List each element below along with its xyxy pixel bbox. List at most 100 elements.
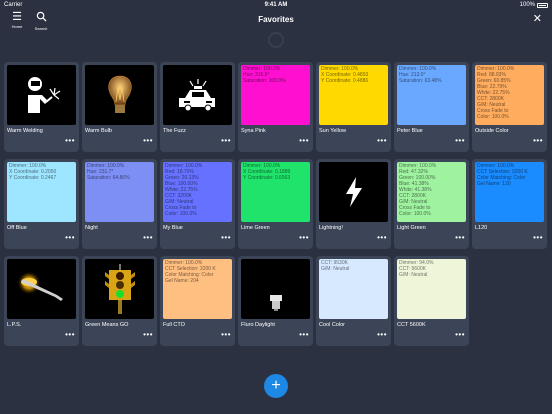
preset-name: Full CTO	[163, 322, 185, 328]
preset-info: Dimmer: 100.0% Red: 47.32% Green: 100.00…	[399, 163, 437, 217]
preset-swatch	[7, 65, 76, 125]
preset-info: Dimmer: 100.0% Red: 18.70% Green: 20.13%…	[165, 163, 203, 217]
preset-info: Dimmer: 100.0% Hue: 315.0° Saturation: 1…	[243, 66, 286, 84]
preset-card[interactable]: Dimmer: 100.0% X Coordinate: 0.1889 Y Co…	[238, 159, 313, 249]
lightning-icon	[343, 176, 365, 208]
police-car-icon	[177, 78, 219, 112]
favorites-grid: Warm Welding ••• Warm Bulb ••• The Fuzz ••• Di…	[4, 62, 550, 352]
more-options-button[interactable]: •••	[533, 234, 543, 242]
preset-name: My Blue	[163, 225, 183, 231]
more-options-button[interactable]: •••	[377, 331, 387, 339]
preset-card[interactable]: Dimmer: 100.0% Red: 18.70% Green: 20.13%…	[160, 159, 235, 249]
background-controls	[0, 32, 552, 60]
preset-swatch: Dimmer: 100.0% X Coordinate: 0.1889 Y Co…	[241, 162, 310, 222]
more-options-button[interactable]: •••	[221, 331, 231, 339]
battery-percent: 100%	[519, 2, 535, 8]
preset-swatch: Dimmer: 100.0% Hue: 213.0° Saturation: 6…	[397, 65, 466, 125]
more-options-button[interactable]: •••	[377, 137, 387, 145]
preset-name: Light Green	[397, 225, 426, 231]
preset-info: CCT: 9530K G/M: Neutral	[321, 260, 350, 272]
preset-card[interactable]: Dimmer: 100.0% X Coordinate: 0.4893 Y Co…	[316, 62, 391, 152]
lightbulb-icon	[103, 72, 137, 118]
preset-card[interactable]: Dimmer: 94.0% CCT: 5600K G/M: Neutral CCT…	[394, 256, 469, 346]
more-options-button[interactable]: •••	[143, 331, 153, 339]
preset-info: Dimmer: 100.0% X Coordinate: 0.1889 Y Co…	[243, 163, 291, 181]
more-options-button[interactable]: •••	[455, 137, 465, 145]
more-options-button[interactable]: •••	[143, 234, 153, 242]
more-options-button[interactable]: •••	[533, 137, 543, 145]
close-icon: ✕	[532, 13, 542, 25]
clock: 9:41 AM	[264, 2, 288, 8]
preset-swatch: Dimmer: 100.0% CCT Selection: 3200 K Col…	[163, 259, 232, 319]
preset-name: The Fuzz	[163, 128, 186, 134]
close-button[interactable]: ✕	[533, 12, 542, 25]
preset-card[interactable]: Fluro Daylight •••	[238, 256, 313, 346]
street-lamp-icon	[16, 269, 67, 309]
preset-card[interactable]: Green Means GO •••	[82, 256, 157, 346]
preset-swatch: Dimmer: 100.0% CCT Selection: 3200 K Col…	[475, 162, 544, 222]
cfl-bulb-icon	[262, 266, 290, 312]
preset-info: Dimmer: 100.0% CCT Selection: 3200 K Col…	[165, 260, 216, 284]
preset-info: Dimmer: 100.0% Hue: 231.7° Saturation: 6…	[87, 163, 130, 181]
preset-card[interactable]: Dimmer: 100.0% Red: 47.32% Green: 100.00…	[394, 159, 469, 249]
more-options-button[interactable]: •••	[299, 234, 309, 242]
preset-info: Dimmer: 100.0% X Coordinate: 0.2050 Y Co…	[9, 163, 57, 181]
more-options-button[interactable]: •••	[377, 234, 387, 242]
preset-name: Lime Green	[241, 225, 270, 231]
preset-card[interactable]: Warm Welding •••	[4, 62, 79, 152]
preset-swatch: Dimmer: 100.0% Red: 18.70% Green: 20.13%…	[163, 162, 232, 222]
more-options-button[interactable]: •••	[65, 234, 75, 242]
more-options-button[interactable]: •••	[455, 234, 465, 242]
more-options-button[interactable]: •••	[299, 137, 309, 145]
preset-swatch	[7, 259, 76, 319]
preset-name: Lightning!	[319, 225, 343, 231]
preset-swatch	[241, 259, 310, 319]
preset-card[interactable]: Dimmer: 100.0% Hue: 315.0° Saturation: 1…	[238, 62, 313, 152]
preset-swatch	[163, 65, 232, 125]
preset-card[interactable]: CCT: 9530K G/M: Neutral Cool Color •••	[316, 256, 391, 346]
more-options-button[interactable]: •••	[65, 137, 75, 145]
preset-info: Dimmer: 94.0% CCT: 5600K G/M: Neutral	[399, 260, 434, 278]
preset-swatch	[85, 65, 154, 125]
preset-card[interactable]: The Fuzz •••	[160, 62, 235, 152]
page-title: Favorites	[258, 15, 294, 24]
more-options-button[interactable]: •••	[221, 137, 231, 145]
preset-name: Syna Pink	[241, 128, 266, 134]
home-label: Home	[11, 24, 23, 29]
preset-card[interactable]: Dimmer: 100.0% X Coordinate: 0.2050 Y Co…	[4, 159, 79, 249]
preset-swatch: Dimmer: 100.0% Red: 88.93% Green: 60.85%…	[475, 65, 544, 125]
preset-info: Dimmer: 100.0% X Coordinate: 0.4893 Y Co…	[321, 66, 369, 84]
preset-card[interactable]: Dimmer: 100.0% Red: 88.93% Green: 60.85%…	[472, 62, 547, 152]
preset-info: Dimmer: 100.0% Red: 88.93% Green: 60.85%…	[477, 66, 515, 120]
preset-name: Fluro Daylight	[241, 322, 275, 328]
preset-swatch: Dimmer: 100.0% X Coordinate: 0.2050 Y Co…	[7, 162, 76, 222]
more-options-button[interactable]: •••	[65, 331, 75, 339]
preset-card[interactable]: Dimmer: 100.0% CCT Selection: 3200 K Col…	[472, 159, 547, 249]
preset-name: L.P.S.	[7, 322, 22, 328]
preset-card[interactable]: Warm Bulb •••	[82, 62, 157, 152]
preset-card[interactable]: Lightning! •••	[316, 159, 391, 249]
more-options-button[interactable]: •••	[455, 331, 465, 339]
more-options-button[interactable]: •••	[221, 234, 231, 242]
preset-swatch: Dimmer: 100.0% Hue: 315.0° Saturation: 1…	[241, 65, 310, 125]
more-options-button[interactable]: •••	[299, 331, 309, 339]
status-bar: Carrier 9:41 AM 100%	[0, 0, 552, 10]
preset-card[interactable]: Dimmer: 100.0% Hue: 231.7° Saturation: 6…	[82, 159, 157, 249]
preset-swatch	[319, 162, 388, 222]
preset-name: Sun Yellow	[319, 128, 346, 134]
add-favorite-button[interactable]: +	[264, 374, 288, 398]
more-options-button[interactable]: •••	[143, 137, 153, 145]
preset-card[interactable]: Dimmer: 100.0% Hue: 213.0° Saturation: 6…	[394, 62, 469, 152]
preset-card[interactable]: Dimmer: 100.0% CCT Selection: 3200 K Col…	[160, 256, 235, 346]
preset-swatch: Dimmer: 94.0% CCT: 5600K G/M: Neutral	[397, 259, 466, 319]
search-label: Search	[34, 26, 48, 31]
preset-info: Dimmer: 100.0% CCT Selection: 3200 K Col…	[477, 163, 528, 187]
preset-info: Dimmer: 100.0% Hue: 213.0° Saturation: 6…	[399, 66, 442, 84]
preset-swatch: CCT: 9530K G/M: Neutral	[319, 259, 388, 319]
preset-card[interactable]: L.P.S. •••	[4, 256, 79, 346]
preset-name: Off Blue	[7, 225, 27, 231]
battery-icon	[537, 2, 548, 8]
preset-swatch	[85, 259, 154, 319]
welder-icon	[22, 75, 62, 115]
preset-name: Cool Color	[319, 322, 345, 328]
